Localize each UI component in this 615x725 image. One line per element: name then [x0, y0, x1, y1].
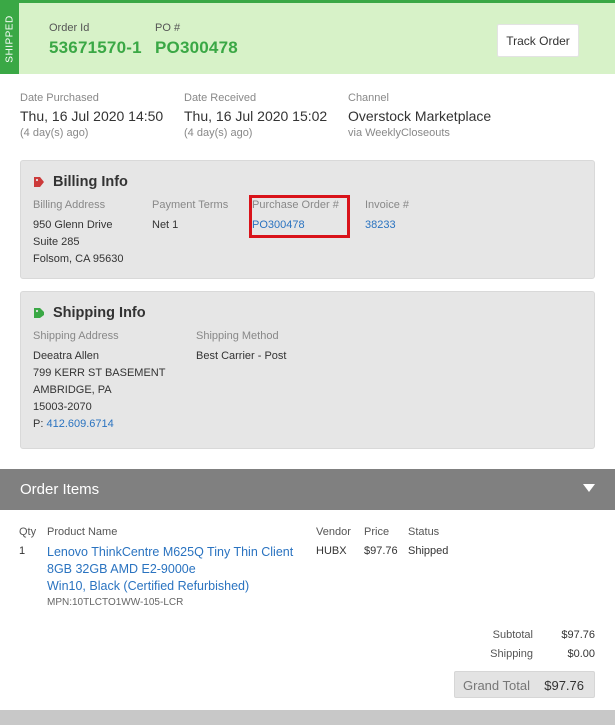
date-received-ago: (4 day(s) ago)	[184, 127, 253, 139]
date-received-label: Date Received	[184, 92, 257, 104]
product-name-line[interactable]: Win10, Black (Certified Refurbished)	[47, 578, 312, 595]
product-mpn: MPN:10TLCTO1WW-105-LCR	[47, 597, 184, 608]
col-price: Price	[364, 526, 390, 538]
shipping-address-line: AMBRIDGE, PA	[33, 384, 112, 396]
shipping-method: Shipping Method Best Carrier - Post	[196, 330, 286, 365]
payment-terms: Payment Terms Net 1	[152, 199, 228, 234]
order-items-header[interactable]: Order Items	[0, 469, 615, 510]
status-tag: SHIPPED	[0, 3, 19, 74]
po-field: PO # PO300478	[155, 22, 238, 58]
col-status: Status	[408, 526, 440, 538]
shipping-panel: Shipping Info Shipping Address Deeatra A…	[20, 291, 595, 449]
order-header: SHIPPED Order Id 53671570-1 PO # PO30047…	[0, 0, 615, 74]
shipping-address-line: 15003-2070	[33, 401, 92, 413]
channel-label: Channel	[348, 92, 389, 104]
billing-address-line: Suite 285	[33, 236, 80, 248]
payment-terms-value: Net 1	[152, 219, 179, 231]
channel-value: Overstock Marketplace	[348, 108, 492, 124]
caret-down-icon[interactable]	[583, 484, 595, 492]
billing-title: Billing Info	[33, 174, 128, 190]
product-name-line[interactable]: 8GB 32GB AMD E2-9000e	[47, 561, 312, 578]
shipping-title-text: Shipping Info	[53, 305, 146, 321]
shipping-phone-line: P: 412.609.6714	[33, 416, 165, 433]
subtotal-value: $97.76	[561, 629, 595, 641]
shipping-address: Shipping Address Deeatra Allen 799 KERR …	[33, 330, 165, 433]
track-order-button[interactable]: Track Order	[497, 24, 579, 57]
grand-total-label: Grand Total	[463, 678, 530, 693]
date-purchased-ago: (4 day(s) ago)	[20, 127, 89, 139]
phone-prefix: P:	[33, 418, 44, 430]
channel-via: via WeeklyCloseouts	[348, 127, 450, 139]
status-tag-label: SHIPPED	[4, 14, 15, 63]
channel: Channel Overstock Marketplace via Weekly…	[348, 92, 491, 139]
shipping-cost-label: Shipping	[490, 648, 533, 660]
subtotal-label: Subtotal	[492, 629, 533, 641]
billing-address-line: Folsom, CA 95630	[33, 253, 124, 265]
col-qty: Qty	[19, 526, 37, 538]
purchase-order-highlight	[249, 195, 350, 238]
date-received: Date Received Thu, 16 Jul 2020 15:02 (4 …	[184, 92, 327, 139]
billing-address-label: Billing Address	[33, 199, 106, 211]
date-purchased-label: Date Purchased	[20, 92, 99, 104]
shipping-address-line: 799 KERR ST BASEMENT	[33, 367, 166, 379]
date-purchased-value: Thu, 16 Jul 2020 14:50	[20, 108, 164, 124]
grand-total-value: $97.76	[544, 678, 584, 693]
billing-address-line: 950 Glenn Drive	[33, 219, 113, 231]
item-status: Shipped	[408, 545, 449, 557]
order-id-value: 53671570-1	[49, 38, 142, 57]
product-name-line[interactable]: Lenovo ThinkCentre M625Q Tiny Thin Clien…	[47, 544, 312, 561]
po-value: PO300478	[155, 38, 238, 57]
order-id-label: Order Id	[49, 22, 90, 34]
date-received-value: Thu, 16 Jul 2020 15:02	[184, 108, 328, 124]
order-items-title: Order Items	[20, 481, 100, 498]
order-id-field: Order Id 53671570-1	[49, 22, 142, 58]
table-row: Lenovo ThinkCentre M625Q Tiny Thin Clien…	[47, 544, 312, 608]
phone-link[interactable]: 412.609.6714	[46, 418, 113, 430]
item-qty: 1	[19, 545, 26, 557]
shipping-cost-value: $0.00	[567, 648, 595, 660]
item-price: $97.76	[364, 545, 398, 557]
date-purchased: Date Purchased Thu, 16 Jul 2020 14:50 (4…	[20, 92, 163, 139]
shipping-method-value: Best Carrier - Post	[196, 350, 287, 362]
grand-total-box: Grand Total $97.76	[454, 671, 595, 698]
shipping-address-label: Shipping Address	[33, 330, 119, 342]
payment-terms-label: Payment Terms	[152, 199, 229, 211]
po-label: PO #	[155, 22, 181, 34]
item-vendor: HUBX	[316, 545, 347, 557]
shipping-tag-icon	[33, 307, 45, 319]
shipping-method-label: Shipping Method	[196, 330, 279, 342]
col-product: Product Name	[47, 526, 118, 538]
billing-address: Billing Address 950 Glenn Drive Suite 28…	[33, 199, 124, 268]
shipping-title: Shipping Info	[33, 305, 146, 321]
tag-icon	[33, 176, 45, 188]
col-vendor: Vendor	[316, 526, 351, 538]
invoice: Invoice # 38233	[365, 199, 409, 234]
next-section-bar	[0, 710, 615, 725]
invoice-link[interactable]: 38233	[365, 217, 409, 234]
invoice-label: Invoice #	[365, 199, 410, 211]
shipping-address-line: Deeatra Allen	[33, 350, 100, 362]
billing-title-text: Billing Info	[53, 174, 128, 190]
